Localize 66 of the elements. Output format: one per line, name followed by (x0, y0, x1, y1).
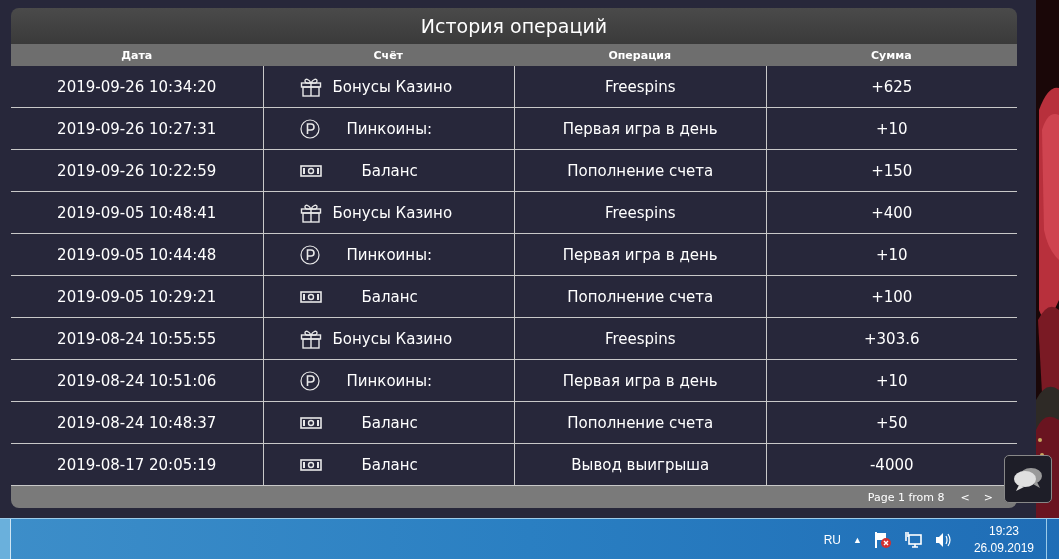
banknote-icon (299, 164, 322, 177)
column-header: Операция (607, 47, 673, 64)
gift-icon (299, 202, 322, 223)
table-cell-text: 2019-08-24 10:48:37 (56, 412, 218, 434)
table-cell: Первая игра в день (514, 360, 766, 401)
account-name: Баланс (361, 161, 418, 180)
next-page-button[interactable]: > (979, 490, 997, 504)
table-cell: +400 (765, 192, 1017, 233)
table-cell-text: 2019-09-05 10:29:21 (56, 286, 218, 308)
table-cell: Пополнение счета (514, 276, 766, 317)
account-name: Пинкоины: (346, 119, 433, 138)
coin-icon (299, 244, 320, 265)
banknote-icon (299, 416, 322, 429)
clock-time[interactable]: 19:23 (988, 522, 1019, 540)
table-cell-text: 2019-08-24 10:51:06 (56, 370, 218, 392)
coin-icon (299, 370, 320, 391)
table-cell: Первая игра в день (514, 234, 766, 275)
account-name: Баланс (361, 455, 418, 474)
table-cell: Пополнение счета (514, 150, 766, 191)
chat-button[interactable] (1004, 455, 1052, 503)
table-cell: +625 (765, 66, 1017, 107)
clock-date[interactable]: 26.09.2019 (973, 539, 1034, 557)
column-header: Сумма (869, 47, 913, 64)
table-cell: Первая игра в день (514, 108, 766, 149)
table-cell-text: 2019-08-17 20:05:19 (56, 454, 218, 476)
banknote-icon (299, 290, 322, 303)
table-cell: Freespins (514, 318, 766, 359)
table-cell-text: 2019-09-26 10:22:59 (56, 160, 218, 182)
column-header: Счёт (372, 47, 404, 64)
table-cell: Пополнение счета (514, 402, 766, 443)
page-indicator: Page 1 from 8 (867, 490, 945, 504)
show-hidden-icons-button[interactable]: ▲ (853, 534, 862, 545)
table-cell-text: 2019-09-05 10:44:48 (56, 244, 218, 266)
account-name: Бонусы Казино (332, 329, 453, 348)
table-cell-text: 2019-09-26 10:27:31 (56, 118, 218, 140)
account-name: Пинкоины: (346, 371, 433, 390)
table-cell: +150 (765, 150, 1017, 191)
table-cell: Вывод выигрыша (514, 444, 766, 485)
table-cell: +303.6 (765, 318, 1017, 359)
column-header: Дата (120, 47, 154, 64)
table-cell: +10 (765, 360, 1017, 401)
table-cell: +50 (765, 402, 1017, 443)
coin-icon (299, 118, 320, 139)
banknote-icon (299, 458, 322, 471)
account-name: Баланс (361, 413, 418, 432)
gift-icon (299, 76, 322, 97)
panel-title: История операций (11, 8, 1017, 44)
previous-page-button[interactable]: < (956, 490, 974, 504)
table-cell: +10 (765, 234, 1017, 275)
network-icon[interactable] (903, 530, 922, 549)
table-cell-text: 2019-09-26 10:34:20 (56, 76, 218, 98)
account-name: Бонусы Казино (332, 77, 453, 96)
account-name: Баланс (361, 287, 418, 306)
table-cell-text: 2019-09-05 10:48:41 (56, 202, 218, 224)
table-cell-text: 2019-08-24 10:55:55 (56, 328, 218, 350)
chat-icon (1013, 466, 1043, 492)
flag-icon[interactable] (873, 530, 892, 549)
table-cell: +10 (765, 108, 1017, 149)
account-name: Бонусы Казино (332, 203, 453, 222)
table-cell: Freespins (514, 192, 766, 233)
table-cell: Freespins (514, 66, 766, 107)
table-cell: +100 (765, 276, 1017, 317)
language-indicator[interactable]: RU (823, 532, 841, 547)
account-name: Пинкоины: (346, 245, 433, 264)
gift-icon (299, 328, 322, 349)
start-button[interactable] (0, 519, 11, 559)
